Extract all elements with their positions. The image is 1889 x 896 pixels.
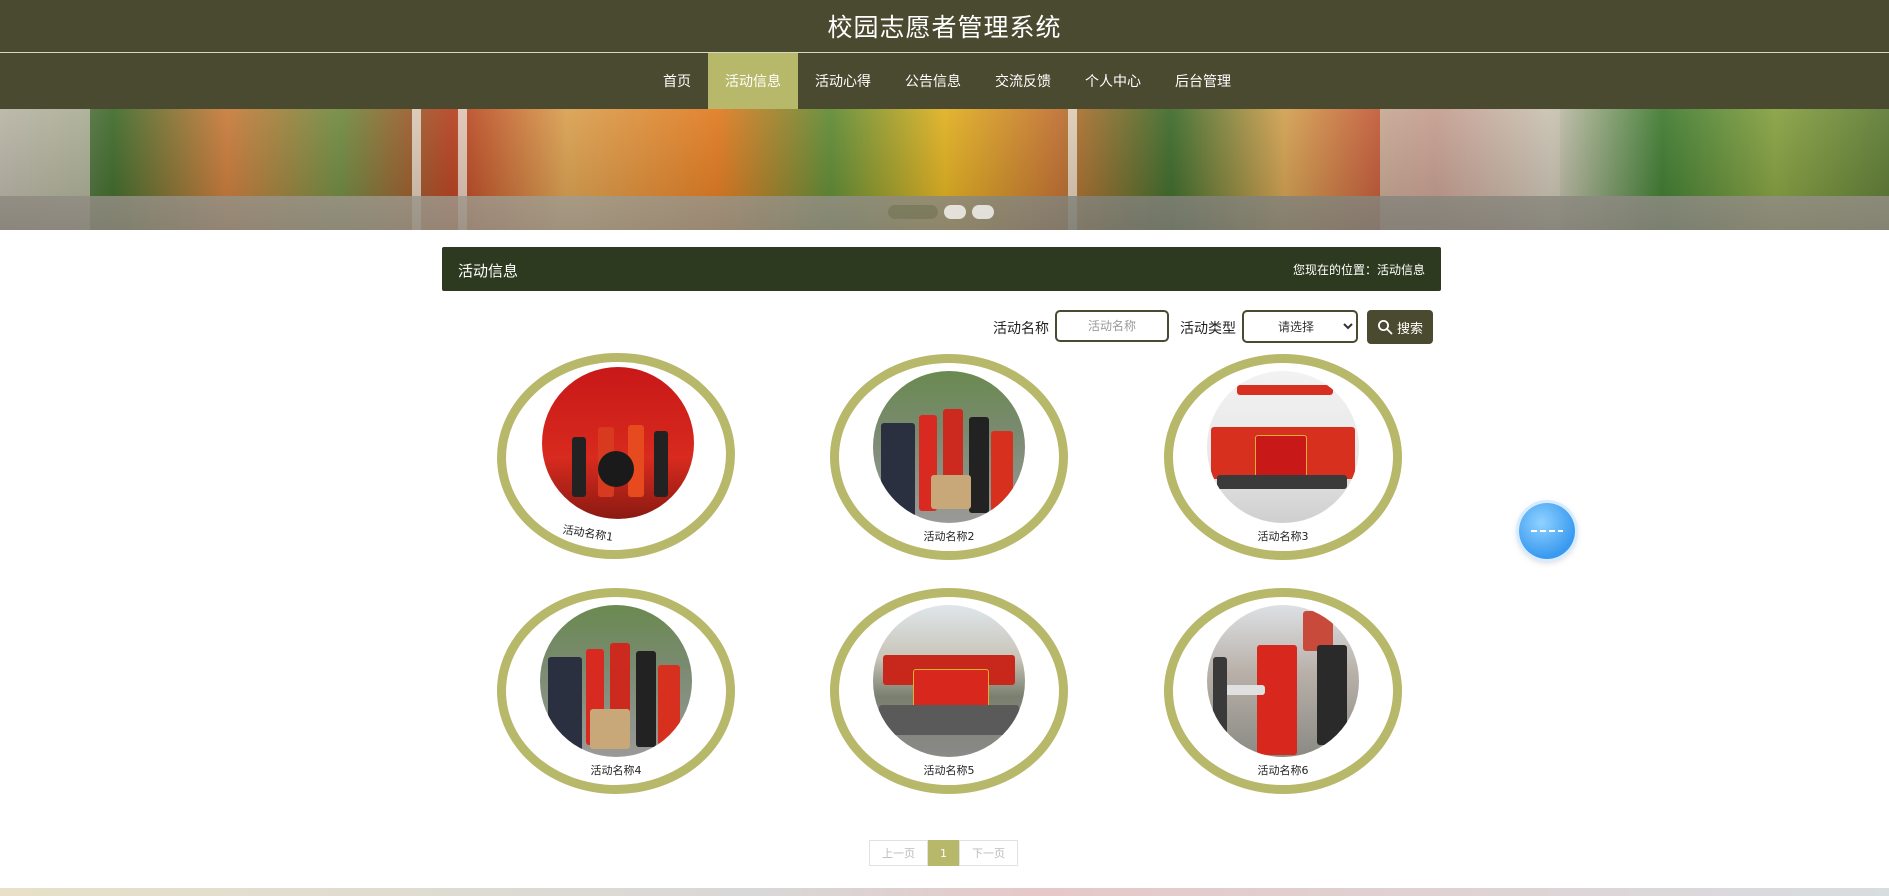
breadcrumb: 您现在的位置：活动信息 (1293, 261, 1425, 278)
activity-name-input[interactable] (1055, 310, 1169, 342)
nav-item-feedback[interactable]: 交流反馈 (978, 53, 1068, 109)
search-button[interactable]: 搜索 (1367, 310, 1433, 344)
section-title: 活动信息 (458, 262, 519, 280)
activity-name-label: 活动名称 (993, 321, 1049, 337)
activity-card[interactable]: 活动名称2 (830, 354, 1068, 560)
activity-type-select[interactable]: 请选择 (1242, 310, 1358, 343)
activity-card[interactable]: 活动名称5 (830, 588, 1068, 794)
pagination: 上一页 1 下一页 (869, 840, 1018, 866)
activity-image (542, 367, 694, 519)
activity-name[interactable]: 活动名称3 (1164, 528, 1402, 544)
search-button-label: 搜索 (1396, 321, 1423, 337)
carousel-indicators (888, 205, 994, 219)
next-page-button[interactable]: 下一页 (959, 840, 1018, 866)
carousel-dot[interactable] (888, 205, 938, 219)
prev-page-button[interactable]: 上一页 (869, 840, 928, 866)
banner-carousel (0, 109, 1889, 230)
float-helper-button[interactable] (1519, 503, 1575, 559)
footer-strip (0, 888, 1889, 896)
activity-image (873, 605, 1025, 757)
activity-image (1207, 605, 1359, 757)
main-nav: 首页 活动信息 活动心得 公告信息 交流反馈 个人中心 后台管理 (0, 53, 1889, 109)
nav-list: 首页 活动信息 活动心得 公告信息 交流反馈 个人中心 后台管理 (646, 53, 1248, 109)
section-header: 活动信息 您现在的位置：活动信息 (442, 247, 1441, 291)
activity-card[interactable]: 活动名称6 (1164, 588, 1402, 794)
site-title: 校园志愿者管理系统 (827, 13, 1062, 42)
breadcrumb-prefix: 您现在的位置： (1292, 263, 1377, 277)
site-header: 校园志愿者管理系统 (0, 0, 1889, 53)
activity-card[interactable]: 活动名称1 (491, 346, 741, 566)
nav-item-activity-info[interactable]: 活动信息 (708, 53, 798, 109)
nav-item-personal-center[interactable]: 个人中心 (1068, 53, 1158, 109)
activity-name[interactable]: 活动名称2 (830, 528, 1068, 544)
nav-item-admin[interactable]: 后台管理 (1158, 53, 1248, 109)
activity-image (1207, 371, 1359, 523)
activity-name[interactable]: 活动名称5 (830, 762, 1068, 778)
carousel-dot[interactable] (944, 205, 966, 219)
activity-name[interactable]: 活动名称6 (1164, 762, 1402, 778)
carousel-dot[interactable] (972, 205, 994, 219)
activity-image (873, 371, 1025, 523)
nav-item-announcements[interactable]: 公告信息 (888, 53, 978, 109)
nav-item-activity-experience[interactable]: 活动心得 (798, 53, 888, 109)
nav-item-home[interactable]: 首页 (646, 53, 708, 109)
page-number-button[interactable]: 1 (928, 840, 959, 866)
activity-name[interactable]: 活动名称4 (497, 762, 735, 778)
activity-image (540, 605, 692, 757)
search-icon (1377, 320, 1393, 335)
activity-card[interactable]: 活动名称4 (497, 588, 735, 794)
dash-icon (1531, 530, 1563, 532)
activity-card[interactable]: 活动名称3 (1164, 354, 1402, 560)
activity-type-label: 活动类型 (1180, 321, 1236, 337)
breadcrumb-current[interactable]: 活动信息 (1377, 263, 1425, 277)
